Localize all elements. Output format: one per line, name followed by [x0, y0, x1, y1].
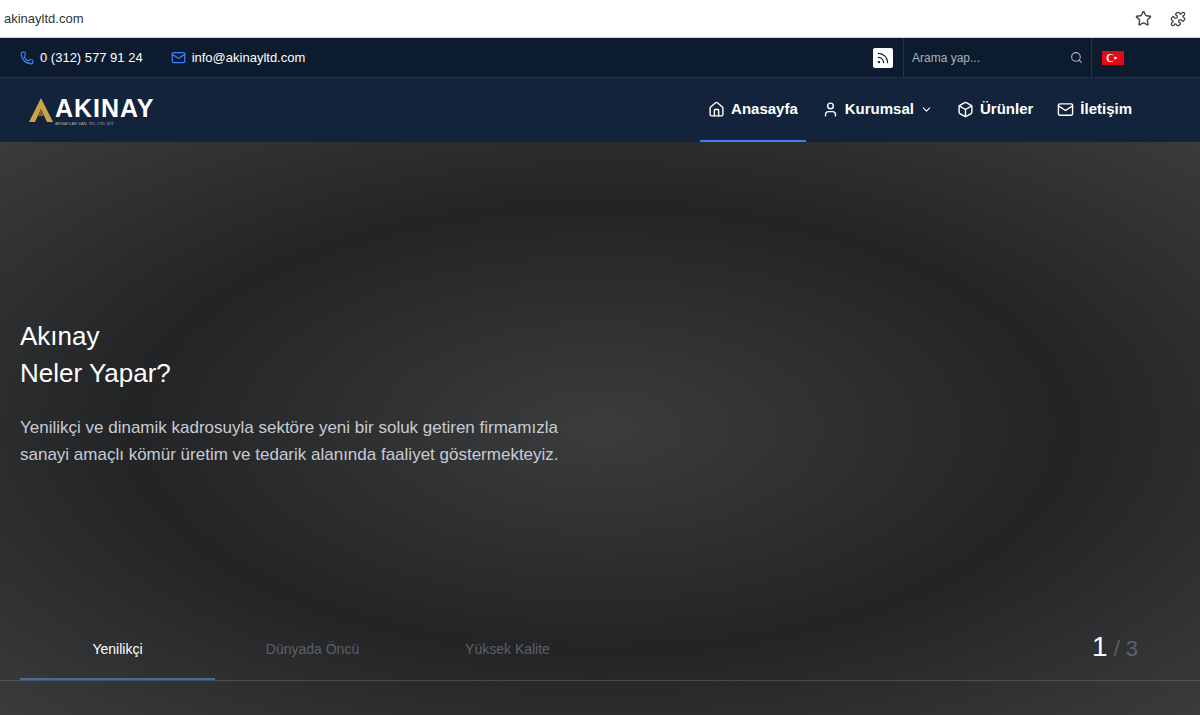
menu-item[interactable]: İletişim — [1049, 78, 1140, 142]
phone-icon — [20, 51, 34, 65]
email-contact[interactable]: info@akinayltd.com — [171, 48, 306, 68]
url-text[interactable]: akinayltd.com — [4, 9, 83, 29]
rss-icon — [876, 51, 890, 65]
home-icon — [708, 101, 725, 118]
main-menu: AnasayfaKurumsalÜrünlerİletişim — [700, 78, 1200, 142]
search-field[interactable]: Arama yap... — [904, 38, 1092, 77]
rss-button[interactable] — [873, 48, 893, 68]
logo-mark-icon — [28, 97, 54, 123]
hero-title: AkınayNeler Yapar? — [20, 318, 1200, 392]
turkish-flag-icon[interactable] — [1102, 51, 1124, 65]
top-bar: 0 (312) 577 91 24 info@akinayltd.com Arama… — [0, 38, 1200, 78]
nav-bar: AKINAYAKINAYLAR SAN. TİC. LTD. ŞTİ. Anasa… — [0, 78, 1200, 142]
logo[interactable]: AKINAYAKINAYLAR SAN. TİC. LTD. ŞTİ. — [28, 78, 155, 142]
user-icon — [822, 101, 839, 118]
phone-contact[interactable]: 0 (312) 577 91 24 — [20, 48, 143, 68]
bookmark-star-icon[interactable] — [1135, 10, 1152, 27]
slide-tab[interactable]: Dünyada Öncü — [215, 639, 410, 680]
hero-slider: AkınayNeler Yapar? Yenilikçi ve dinamik k… — [0, 142, 1200, 715]
mail-icon — [1057, 101, 1074, 118]
menu-item[interactable]: Kurumsal — [814, 78, 941, 142]
mail-icon — [171, 50, 186, 65]
menu-item[interactable]: Anasayfa — [700, 78, 806, 142]
box-icon — [957, 101, 974, 118]
slide-tabs: YenilikçiDünyada ÖncüYüksek Kalite 1/3 — [0, 626, 1200, 681]
slide-tab[interactable]: Yenilikçi — [20, 639, 215, 680]
search-icon[interactable] — [1070, 51, 1083, 64]
slide-tab[interactable]: Yüksek Kalite — [410, 639, 605, 680]
menu-item[interactable]: Ürünler — [949, 78, 1041, 142]
page: akinayltd.com 0 (312) 577 91 24 info@akina… — [0, 0, 1200, 715]
browser-address-bar: akinayltd.com — [0, 0, 1200, 38]
chevron-down-icon — [920, 103, 933, 116]
hero-text: Yenilikçi ve dinamik kadrosuyla sektöre … — [20, 414, 1200, 468]
extension-icon[interactable] — [1170, 11, 1186, 27]
slide-counter: 1/3 — [1092, 626, 1200, 680]
